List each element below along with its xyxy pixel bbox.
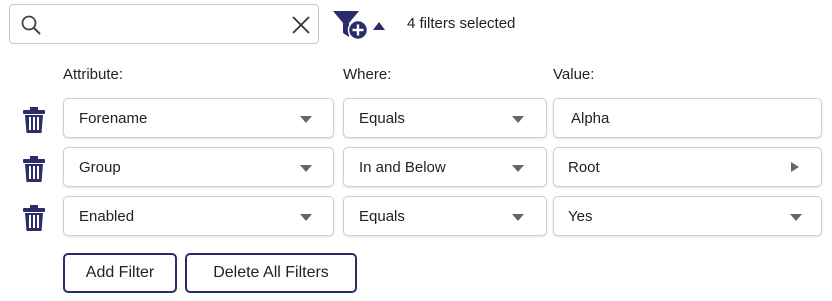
value-input[interactable]: Alpha — [553, 98, 822, 138]
chevron-down-icon — [300, 214, 312, 221]
attribute-select[interactable]: Enabled — [63, 196, 334, 236]
attribute-value: Group — [79, 159, 121, 176]
add-filter-button[interactable]: Add Filter — [63, 253, 177, 293]
chevron-down-icon — [512, 165, 524, 172]
search-icon — [21, 15, 41, 35]
caret-up-icon[interactable] — [373, 22, 385, 30]
chevron-down-icon — [512, 214, 524, 221]
filter-count-label: 4 filters selected — [407, 15, 516, 32]
search-input[interactable] — [48, 11, 282, 39]
clear-icon[interactable] — [291, 15, 311, 35]
where-select[interactable]: In and Below — [343, 147, 547, 187]
where-select[interactable]: Equals — [343, 196, 547, 236]
value-text: Root — [568, 159, 600, 176]
attribute-select[interactable]: Forename — [63, 98, 334, 138]
attribute-value: Enabled — [79, 208, 135, 225]
where-header: Where: — [343, 66, 392, 83]
chevron-right-icon — [791, 162, 799, 172]
delete-all-filters-button[interactable]: Delete All Filters — [185, 253, 357, 293]
chevron-down-icon — [300, 116, 312, 123]
value-select[interactable]: Yes — [553, 196, 822, 236]
attribute-select[interactable]: Group — [63, 147, 334, 187]
value-tree-picker[interactable]: Root — [553, 147, 822, 187]
value-text: Alpha — [571, 110, 610, 127]
value-header: Value: — [553, 66, 595, 83]
trash-icon[interactable] — [22, 205, 46, 231]
chevron-down-icon — [790, 214, 802, 221]
filter-panel: 4 filters selected Attribute: Where: Val… — [0, 0, 832, 301]
chevron-down-icon — [512, 116, 524, 123]
chevron-down-icon — [300, 165, 312, 172]
attribute-value: Forename — [79, 110, 148, 127]
search-box[interactable] — [9, 4, 319, 44]
where-value: Equals — [359, 110, 405, 127]
where-value: Equals — [359, 208, 405, 225]
add-filter-icon[interactable] — [331, 9, 371, 41]
value-text: Yes — [568, 208, 593, 225]
trash-icon[interactable] — [22, 107, 46, 133]
trash-icon[interactable] — [22, 156, 46, 182]
attribute-header: Attribute: — [63, 66, 124, 83]
where-select[interactable]: Equals — [343, 98, 547, 138]
where-value: In and Below — [359, 159, 446, 176]
